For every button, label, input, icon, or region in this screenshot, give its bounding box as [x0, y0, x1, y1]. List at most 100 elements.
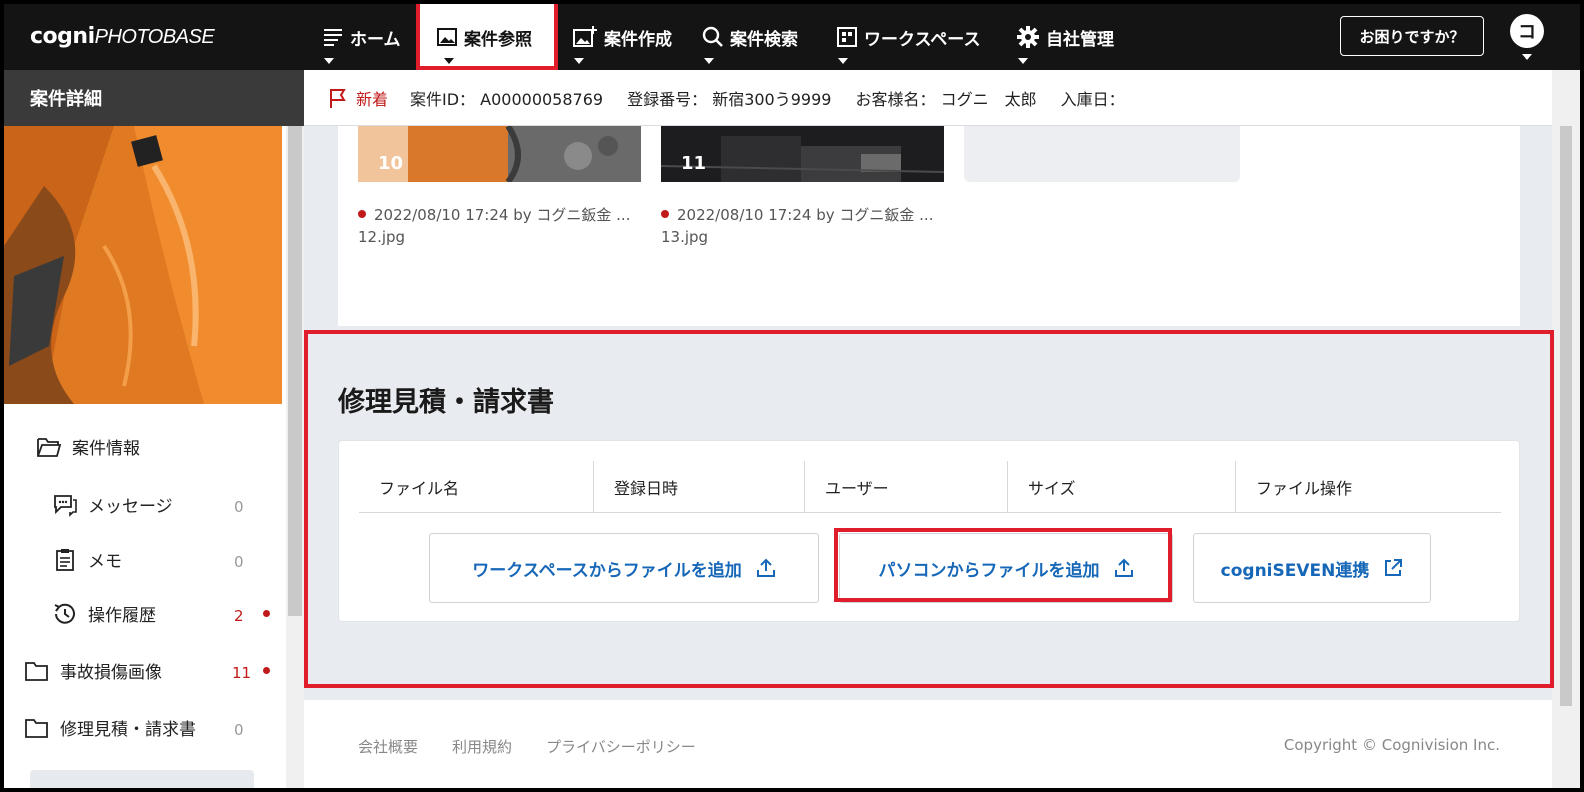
empty-image-slot [964, 126, 1240, 182]
entry-date-label: 入庫日： [1060, 89, 1125, 109]
main-scrollbar[interactable] [1552, 70, 1580, 788]
nav-case-view-label: 案件参照 [464, 29, 532, 50]
status-new: 新着 [328, 86, 388, 110]
nav-company-admin-label: 自社管理 [1046, 29, 1114, 50]
registration-label: 登録番号： [627, 89, 708, 109]
flag-icon [330, 88, 346, 108]
image-number: 11 [681, 153, 707, 174]
nav-case-create-label: 案件作成 [604, 29, 672, 50]
customer-label: お客様名： [855, 89, 936, 109]
upload-icon [756, 558, 775, 577]
folder-icon [25, 661, 48, 681]
sidebar-bottom-button[interactable] [30, 770, 254, 788]
folder-icon [25, 718, 48, 738]
image-icon [437, 28, 457, 46]
sidebar-item-label: 修理見積・請求書 [60, 720, 196, 740]
column-date[interactable]: 登録日時 [594, 461, 678, 513]
logo-text-cogni: cogni [30, 24, 95, 49]
nav-case-search-label: 案件検索 [730, 29, 798, 50]
chat-icon [54, 494, 77, 517]
estimate-count: 0 [234, 721, 244, 739]
image-thumbnail[interactable]: 11 [661, 126, 944, 182]
column-filename[interactable]: ファイル名 [359, 461, 459, 513]
logo-text-photobase: PHOTOBASE [94, 26, 215, 48]
add-from-pc-label: パソコンからファイルを追加 [878, 560, 1100, 581]
search-icon [702, 26, 723, 47]
sidebar-item-memo[interactable]: メモ [52, 547, 122, 572]
image-filename: 12.jpg [358, 228, 406, 246]
add-from-workspace-button[interactable]: ワークスペースからファイルを追加 [429, 533, 819, 603]
damage-images-unread-dot [263, 667, 270, 674]
upload-icon [1114, 558, 1133, 577]
registration-value: 新宿300う9999 [712, 89, 832, 109]
chevron-down-icon[interactable] [1522, 54, 1532, 60]
column-size[interactable]: サイズ [1008, 461, 1076, 513]
external-link-icon [1385, 559, 1403, 576]
chevron-down-icon [444, 58, 454, 64]
copyright-text: Copyright © Cognivision Inc. [1283, 736, 1500, 754]
footer-link-privacy[interactable]: プライバシーポリシー [546, 736, 696, 757]
sidebar-item-label: 操作履歴 [88, 606, 156, 626]
app-logo[interactable]: cogniPHOTOBASE [30, 24, 215, 49]
chevron-down-icon [1018, 58, 1028, 64]
gear-icon [1017, 26, 1039, 48]
footer-link-terms[interactable]: 利用規約 [452, 736, 512, 757]
image-thumbnail[interactable]: 10 [358, 126, 641, 182]
nav-workspace-label: ワークスペース [864, 29, 981, 50]
history-unread-dot [263, 610, 270, 617]
registration-field: 登録番号： 新宿300う9999 [627, 86, 831, 110]
sidebar-item-label: メッセージ [88, 497, 173, 517]
nav-company-admin[interactable]: 自社管理 [1016, 4, 1114, 70]
section-title-estimate: 修理見積・請求書 [338, 387, 554, 418]
folder-open-icon [37, 437, 62, 457]
user-avatar[interactable]: コ [1510, 14, 1544, 48]
nav-case-view[interactable]: 案件参照 [416, 4, 558, 70]
cogniseven-link-label: cogniSEVEN連携 [1220, 560, 1370, 581]
damage-images-count: 11 [232, 664, 252, 682]
page-footer: 会社概要 利用規約 プライバシーポリシー Copyright © Cognivi… [304, 700, 1552, 788]
case-id-value: A00000058769 [480, 89, 604, 109]
customer-value: コグニ 太郎 [940, 89, 1037, 109]
nav-case-search[interactable]: 案件検索 [702, 4, 798, 70]
sidebar-scrollbar-thumb[interactable] [288, 126, 302, 616]
history-icon [54, 603, 75, 624]
add-image-icon [573, 26, 597, 47]
case-id-field: 案件ID： A00000058769 [410, 86, 603, 110]
unread-dot [358, 209, 366, 218]
main-scrollbar-thumb[interactable] [1560, 126, 1572, 706]
image-meta-text: 2022/08/10 17:24 by コグニ鈑金 ... [374, 206, 631, 224]
nav-workspace[interactable]: ワークスペース [836, 4, 980, 70]
help-button[interactable]: お困りですか？ [1340, 16, 1484, 56]
unread-dot [661, 209, 669, 218]
sidebar-item-case-info[interactable]: 案件情報 [36, 434, 140, 459]
chevron-down-icon [704, 58, 714, 64]
sidebar-item-damage-images[interactable]: 事故損傷画像 [24, 658, 162, 683]
footer-link-company[interactable]: 会社概要 [358, 736, 418, 757]
case-thumbnail-image[interactable] [4, 126, 282, 404]
image-meta: 2022/08/10 17:24 by コグニ鈑金 ... [358, 204, 630, 225]
image-meta: 2022/08/10 17:24 by コグニ鈑金 ... [661, 204, 933, 225]
add-from-workspace-label: ワークスペースからファイルを追加 [472, 560, 742, 581]
sidebar-item-history[interactable]: 操作履歴 [52, 601, 156, 626]
case-info-bar: 新着 案件ID： A00000058769 登録番号： 新宿300う9999 お… [304, 70, 1580, 126]
chevron-down-icon [324, 58, 334, 64]
column-user[interactable]: ユーザー [805, 461, 889, 513]
chevron-down-icon [838, 58, 848, 64]
image-number: 10 [378, 153, 404, 174]
nav-home[interactable]: ホーム [322, 4, 401, 70]
list-icon [324, 29, 342, 46]
sidebar-item-message[interactable]: メッセージ [52, 492, 173, 517]
cogniseven-link-button[interactable]: cogniSEVEN連携 [1193, 533, 1431, 603]
sidebar-item-label: メモ [88, 552, 122, 572]
top-navbar: cogniPHOTOBASE ホーム 案件参照 案件作成 案件検索 ワークスペー… [4, 4, 1580, 70]
sidebar-item-label: 案件情報 [72, 439, 140, 459]
chevron-down-icon [574, 58, 584, 64]
sidebar-title: 案件詳細 [4, 70, 304, 126]
table-header-row: ファイル名 登録日時 ユーザー サイズ ファイル操作 [359, 461, 1501, 513]
sidebar-scrollbar[interactable] [286, 126, 304, 788]
sidebar-item-estimate[interactable]: 修理見積・請求書 [24, 715, 196, 740]
clipboard-icon [56, 548, 74, 571]
nav-case-create[interactable]: 案件作成 [572, 4, 672, 70]
nav-home-label: ホーム [350, 29, 401, 50]
add-from-pc-button[interactable]: パソコンからファイルを追加 [839, 533, 1173, 603]
